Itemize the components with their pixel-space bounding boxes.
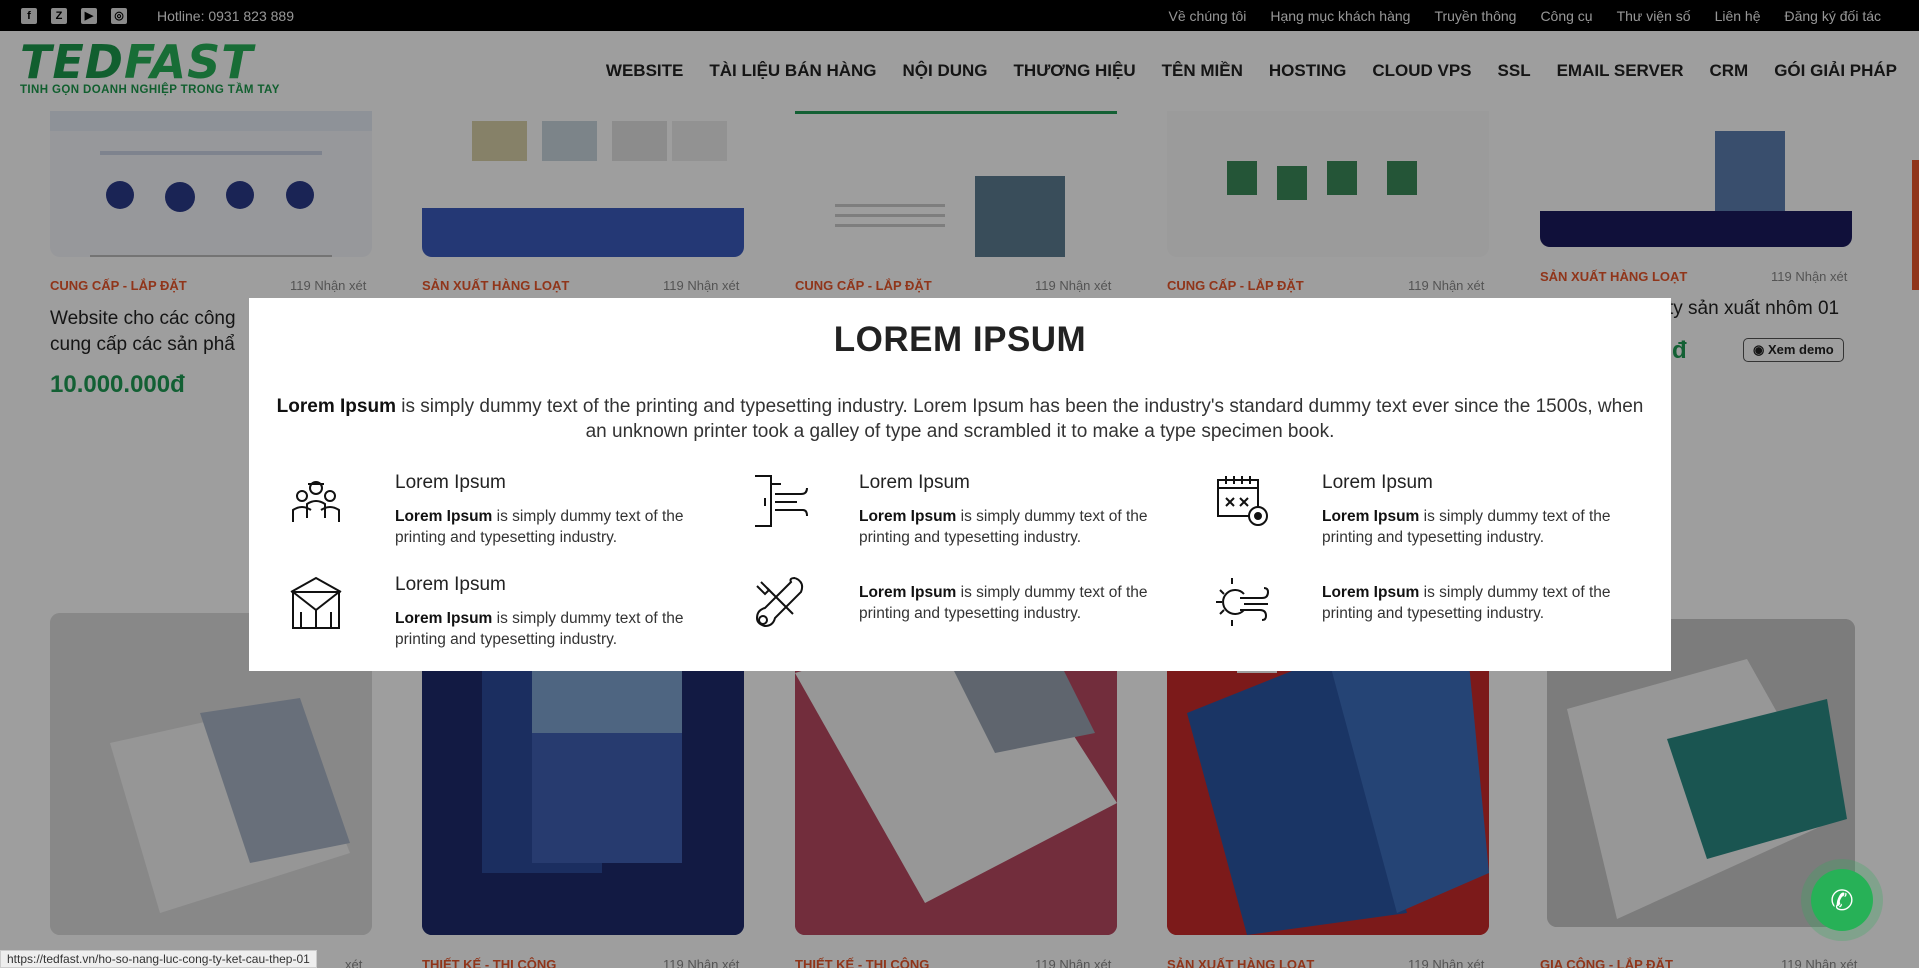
modal-title: LOREM IPSUM xyxy=(833,320,1087,359)
intro-bold: Lorem Ipsum xyxy=(276,396,396,417)
call-button[interactable]: ✆ xyxy=(1811,869,1873,931)
phone-icon: ✆ xyxy=(1830,884,1854,916)
feature-item: Lorem Ipsum is simply dummy text of the … xyxy=(1214,574,1614,654)
feature-description: Lorem Ipsum is simply dummy text of the … xyxy=(1322,506,1652,548)
feature-bold: Lorem Ipsum xyxy=(859,508,957,525)
feature-description: Lorem Ipsum is simply dummy text of the … xyxy=(859,506,1189,548)
status-bar-url: https://tedfast.vn/ho-so-nang-luc-cong-t… xyxy=(0,950,317,968)
info-modal: LOREM IPSUM Lorem Ipsum is simply dummy … xyxy=(249,298,1671,671)
tools-wrench-icon xyxy=(755,577,804,628)
feature-bold: Lorem Ipsum xyxy=(395,610,493,627)
page: { "topbar": { "social": [ {"icon": "face… xyxy=(0,0,1919,968)
feature-title: Lorem Ipsum xyxy=(395,472,506,493)
feature-title: Lorem Ipsum xyxy=(1322,472,1433,493)
feature-item: Lorem Ipsum Lorem Ipsum is simply dummy … xyxy=(287,472,687,552)
sun-wind-icon xyxy=(1216,578,1270,626)
feature-description: Lorem Ipsum is simply dummy text of the … xyxy=(395,506,725,548)
feature-title: Lorem Ipsum xyxy=(395,574,506,595)
feature-description: Lorem Ipsum is simply dummy text of the … xyxy=(1322,582,1652,624)
feature-bold: Lorem Ipsum xyxy=(859,584,957,601)
warehouse-icon xyxy=(290,576,342,629)
feature-item: Lorem Ipsum Lorem Ipsum is simply dummy … xyxy=(287,574,687,654)
feature-bold: Lorem Ipsum xyxy=(1322,508,1420,525)
feature-item: Lorem Ipsum Lorem Ipsum is simply dummy … xyxy=(751,472,1151,552)
feature-bold: Lorem Ipsum xyxy=(395,508,493,525)
feature-item: Lorem Ipsum is simply dummy text of the … xyxy=(751,574,1151,654)
calendar-settings-icon xyxy=(1217,476,1268,526)
feature-description: Lorem Ipsum is simply dummy text of the … xyxy=(859,582,1189,624)
wall-wind-icon xyxy=(755,475,808,527)
intro-text: is simply dummy text of the printing and… xyxy=(395,396,1644,442)
feature-item: Lorem Ipsum Lorem Ipsum is simply dummy … xyxy=(1214,472,1614,552)
feature-bold: Lorem Ipsum xyxy=(1322,584,1420,601)
workers-team-icon xyxy=(292,481,340,522)
modal-intro: Lorem Ipsum is simply dummy text of the … xyxy=(275,394,1645,444)
feature-title: Lorem Ipsum xyxy=(859,472,970,493)
feature-description: Lorem Ipsum is simply dummy text of the … xyxy=(395,608,725,650)
